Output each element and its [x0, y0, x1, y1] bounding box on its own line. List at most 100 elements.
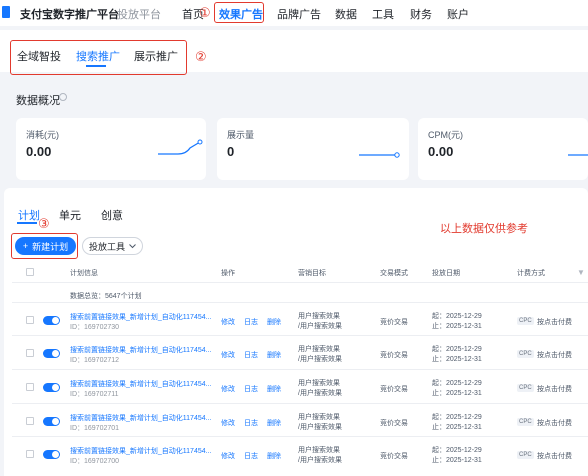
edit-link[interactable]: 修改 — [221, 418, 235, 428]
sparkline-icon — [568, 154, 588, 156]
start-value: 2025-12-29 — [446, 414, 482, 421]
plan-name-link[interactable]: 搜索前置链接效果_新增计划_自动化117454... — [70, 345, 211, 355]
end-prefix: 止： — [432, 323, 446, 330]
row-enable-toggle[interactable] — [43, 349, 60, 358]
log-link[interactable]: 日志 — [244, 317, 258, 327]
plan-id-prefix: ID： — [70, 458, 84, 465]
plan-name-link[interactable]: 搜索前置链接效果_新增计划_自动化117454... — [70, 446, 211, 456]
select-all-checkbox[interactable] — [26, 268, 34, 276]
marketing-goal: 用户搜索效果 — [298, 313, 340, 320]
metric-card-impressions: 展示量 0 — [217, 118, 409, 180]
start-prefix: 起： — [432, 380, 446, 387]
billing-method: 按点击付费 — [537, 319, 572, 326]
delete-link[interactable]: 删除 — [267, 350, 281, 360]
trade-mode: 竞价交易 — [380, 420, 408, 427]
row-checkbox[interactable] — [26, 349, 34, 357]
end-prefix: 止： — [432, 457, 446, 464]
nav-data[interactable]: 数据 — [335, 6, 357, 22]
overview-title: 数据概况 — [16, 95, 60, 107]
end-value: 2025-12-31 — [446, 457, 482, 464]
end-value: 2025-12-31 — [446, 424, 482, 431]
start-date: 起：2025-12-29 — [432, 345, 482, 355]
nav-brand-ads[interactable]: 品牌广告 — [277, 6, 321, 22]
marketing-goal-sub: /用户搜索效果 — [298, 356, 342, 363]
plan-name-link[interactable]: 搜索前置链接效果_新增计划_自动化117454... — [70, 379, 211, 389]
plan-name-link[interactable]: 搜索前置链接效果_新增计划_自动化117454... — [70, 413, 211, 423]
tab-plan[interactable]: 计划 — [18, 207, 40, 223]
log-link[interactable]: 日志 — [244, 418, 258, 428]
edit-link[interactable]: 修改 — [221, 317, 235, 327]
row-divider — [12, 369, 588, 370]
filter-icon[interactable]: ▼ — [577, 268, 585, 277]
end-value: 2025-12-31 — [446, 390, 482, 397]
plan-id-value: 169702711 — [84, 391, 119, 398]
edit-link[interactable]: 修改 — [221, 384, 235, 394]
delete-link[interactable]: 删除 — [267, 317, 281, 327]
start-date: 起：2025-12-29 — [432, 413, 482, 423]
log-link[interactable]: 日志 — [244, 350, 258, 360]
active-subtab-indicator — [17, 222, 37, 224]
start-value: 2025-12-29 — [446, 447, 482, 454]
start-prefix: 起： — [432, 346, 446, 353]
marketing-goal-sub: /用户搜索效果 — [298, 323, 342, 330]
end-date: 止：2025-12-31 — [432, 322, 482, 332]
plan-id-value: 169702701 — [84, 425, 120, 432]
row-enable-toggle[interactable] — [43, 417, 60, 426]
sub-platform-link[interactable]: 投放平台 — [117, 6, 161, 22]
delete-link[interactable]: 删除 — [267, 418, 281, 428]
sparkline-icon — [359, 152, 400, 158]
billing-method: 按点击付费 — [537, 386, 572, 393]
new-plan-button[interactable]: + 新建计划 — [15, 237, 76, 255]
nav-account[interactable]: 账户 — [447, 6, 469, 22]
row-checkbox[interactable] — [26, 450, 34, 458]
plus-icon: + — [22, 241, 29, 251]
plan-id-prefix: ID： — [70, 357, 84, 364]
edit-link[interactable]: 修改 — [221, 451, 235, 461]
billing-tag: CPC — [517, 317, 534, 325]
edit-link[interactable]: 修改 — [221, 350, 235, 360]
metric-value: 0 — [227, 144, 235, 159]
highlight-box-2 — [10, 40, 187, 75]
marketing-goal-sub: /用户搜索效果 — [298, 390, 342, 397]
metric-label: 消耗(元) — [26, 130, 59, 140]
billing-method: 按点击付费 — [537, 420, 572, 427]
row-checkbox[interactable] — [26, 316, 34, 324]
billing-tag: CPC — [517, 451, 534, 459]
column-header-dates: 投放日期 — [432, 270, 460, 277]
delivery-tools-dropdown[interactable]: 投放工具 — [82, 237, 143, 255]
row-checkbox[interactable] — [26, 383, 34, 391]
tab-creative[interactable]: 创意 — [101, 207, 123, 223]
trade-mode: 竞价交易 — [380, 386, 408, 393]
tab-unit[interactable]: 单元 — [59, 207, 81, 223]
brand-name: 支付宝数字推广平台 — [20, 9, 119, 21]
metric-card-cpm: CPM(元) 0.00 — [418, 118, 588, 180]
nav-tools[interactable]: 工具 — [372, 6, 394, 22]
plan-id-prefix: ID： — [70, 425, 84, 432]
start-prefix: 起： — [432, 414, 446, 421]
start-prefix: 起： — [432, 447, 446, 454]
row-enable-toggle[interactable] — [43, 450, 60, 459]
end-date: 止：2025-12-31 — [432, 389, 482, 399]
end-date: 止：2025-12-31 — [432, 423, 482, 433]
log-link[interactable]: 日志 — [244, 451, 258, 461]
row-divider — [12, 302, 588, 303]
delete-link[interactable]: 删除 — [267, 384, 281, 394]
brand-logo-icon — [2, 6, 10, 18]
nav-finance[interactable]: 财务 — [410, 6, 432, 22]
end-value: 2025-12-31 — [446, 356, 482, 363]
log-link[interactable]: 日志 — [244, 384, 258, 394]
metric-label: CPM(元) — [428, 130, 463, 140]
info-icon[interactable] — [59, 93, 67, 101]
plan-name-link[interactable]: 搜索前置链接效果_新增计划_自动化117454... — [70, 312, 211, 322]
end-date: 止：2025-12-31 — [432, 355, 482, 365]
column-header-billing: 计费方式 — [517, 270, 545, 277]
plan-id: ID：169702711 — [70, 389, 119, 399]
plan-id-value: 169702700 — [84, 458, 120, 465]
row-checkbox[interactable] — [26, 417, 34, 425]
delete-link[interactable]: 删除 — [267, 451, 281, 461]
row-enable-toggle[interactable] — [43, 316, 60, 325]
row-enable-toggle[interactable] — [43, 383, 60, 392]
divider — [12, 282, 588, 283]
metric-card-cost: 消耗(元) 0.00 — [16, 118, 206, 180]
end-value: 2025-12-31 — [446, 323, 482, 330]
